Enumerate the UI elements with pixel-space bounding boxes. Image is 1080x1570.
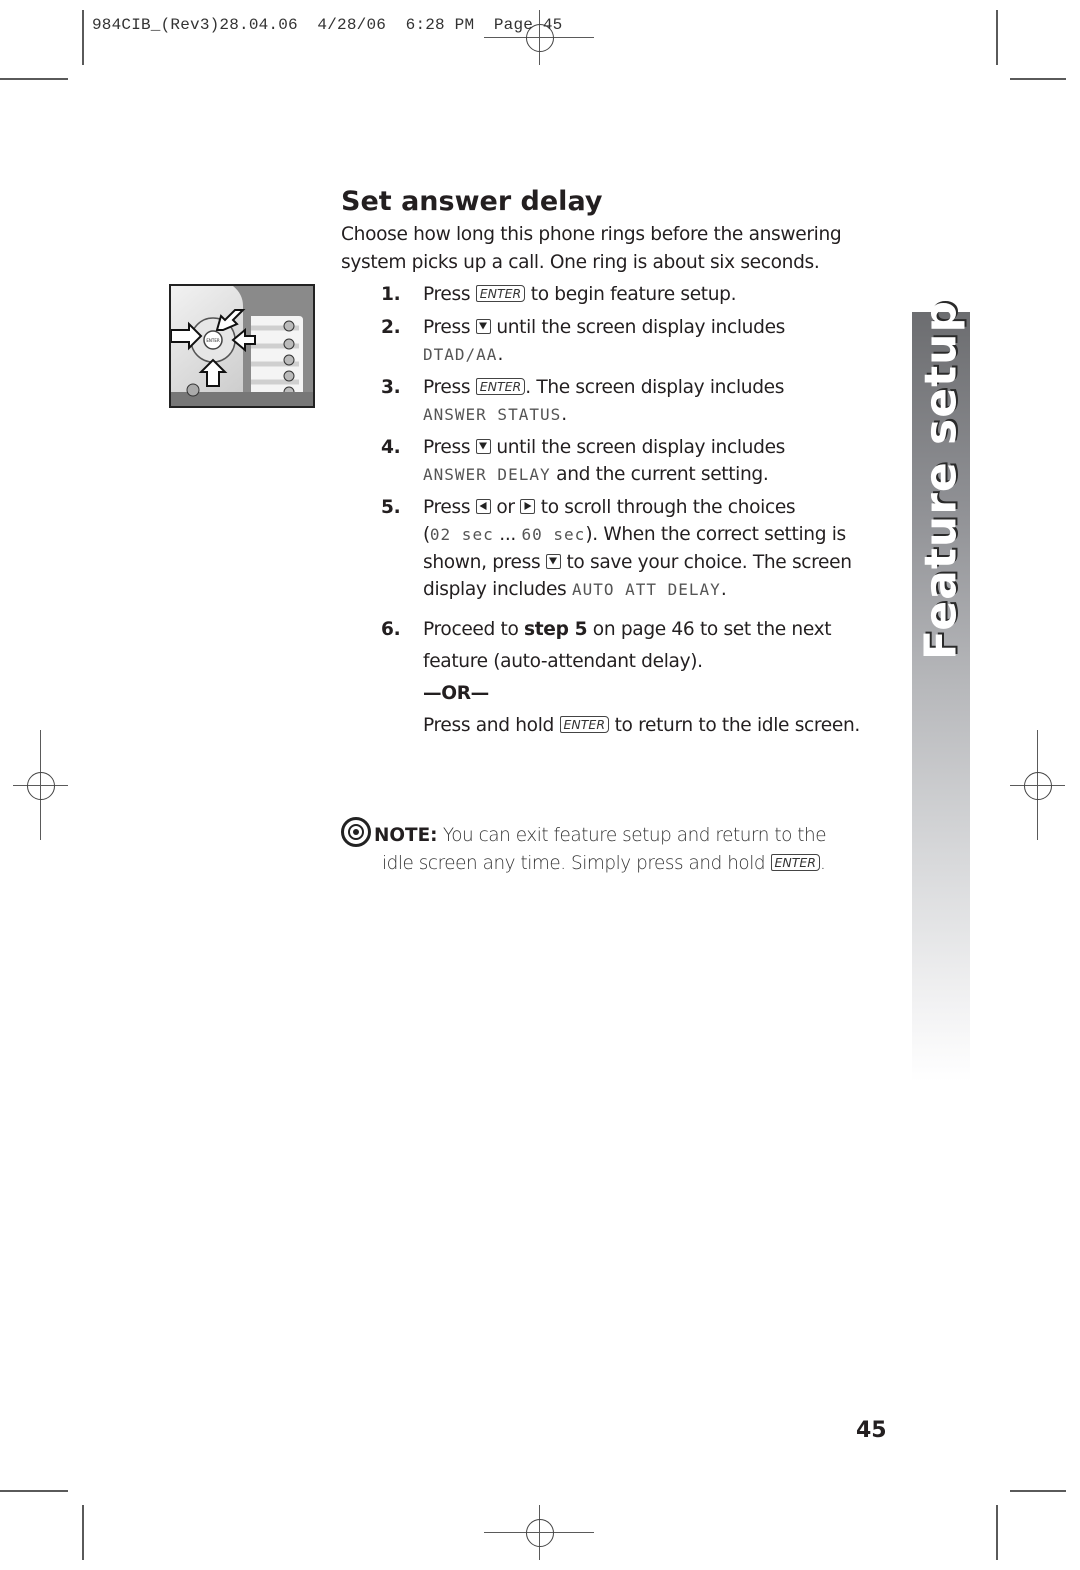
main-content: Set answer delay Choose how long this ph… bbox=[341, 183, 871, 747]
step-text: until the screen display includes bbox=[496, 436, 785, 458]
lcd-text: ANSWER STATUS bbox=[423, 405, 562, 424]
crop-mark bbox=[82, 10, 84, 65]
section-intro: Choose how long this phone rings before … bbox=[341, 224, 842, 273]
step-text: to scroll through the choices bbox=[540, 496, 796, 518]
step-text: . bbox=[720, 579, 727, 600]
step-item: 4. Press until the screen display includ… bbox=[341, 434, 871, 489]
crop-mark bbox=[996, 10, 998, 65]
step-text: Press bbox=[423, 496, 471, 518]
step-item: 3. Press ENTER. The screen display inclu… bbox=[341, 374, 871, 429]
step-text: . bbox=[561, 404, 567, 425]
enter-key-icon: ENTER bbox=[559, 715, 609, 733]
step-text: Press bbox=[423, 316, 471, 338]
note-text: idle screen any time. Simply press and h… bbox=[382, 853, 766, 874]
step-number: 5. bbox=[381, 496, 401, 518]
note-text: You can exit feature setup and return to… bbox=[442, 825, 827, 846]
step-text: Press bbox=[423, 284, 471, 305]
lcd-text: 02 sec bbox=[429, 525, 494, 544]
lcd-text: ANSWER DELAY bbox=[423, 465, 551, 484]
enter-key-icon: ENTER bbox=[475, 285, 526, 302]
enter-key-label: ENTER bbox=[206, 338, 219, 343]
step-text: ... bbox=[499, 524, 516, 545]
crop-mark bbox=[1010, 1490, 1066, 1492]
step-item: 2. Press until the screen display includ… bbox=[341, 314, 871, 369]
lcd-text: AUTO ATT DELAY bbox=[571, 580, 721, 599]
down-arrow-key-icon bbox=[475, 318, 491, 334]
left-arrow-key-icon bbox=[475, 498, 491, 514]
step-text: or bbox=[496, 496, 515, 518]
step-text: Press and hold bbox=[423, 714, 554, 736]
step-link-text: step 5 bbox=[524, 618, 588, 640]
step-text: . bbox=[497, 344, 503, 365]
note-text: . bbox=[819, 853, 826, 874]
step-item: 5. Press or to scroll through the choice… bbox=[341, 494, 871, 604]
lcd-text: 60 sec bbox=[521, 525, 586, 544]
side-tab-label: Feature setup bbox=[915, 300, 967, 660]
note-block: NOTE: You can exit feature setup and ret… bbox=[341, 817, 881, 878]
crop-mark bbox=[0, 1490, 68, 1492]
target-note-icon bbox=[341, 817, 371, 847]
step-item: 1. Press ENTER to begin feature setup. bbox=[341, 281, 871, 309]
step-text: and the current setting. bbox=[556, 464, 769, 485]
enter-key-icon: ENTER bbox=[770, 854, 820, 871]
step-number: 2. bbox=[381, 316, 401, 338]
step-text: ( bbox=[423, 524, 430, 545]
lcd-text: DTAD/AA bbox=[423, 345, 498, 364]
or-divider: —OR— bbox=[423, 682, 489, 704]
step-item: 6. Proceed to step 5 on page 46 to set t… bbox=[341, 614, 871, 742]
step-number: 4. bbox=[381, 436, 401, 458]
crop-mark bbox=[996, 1505, 998, 1560]
step-number: 3. bbox=[381, 376, 401, 398]
step-text: Proceed to bbox=[423, 618, 519, 640]
note-label: NOTE: bbox=[374, 825, 438, 846]
section-title: Set answer delay bbox=[341, 186, 603, 217]
step-number: 1. bbox=[381, 284, 401, 305]
enter-key-icon: ENTER bbox=[475, 377, 526, 395]
right-arrow-key-icon bbox=[520, 498, 536, 514]
step-text: . The screen display includes bbox=[525, 376, 785, 398]
step-text: until the screen display includes bbox=[496, 316, 785, 338]
section-side-tab: Feature setup bbox=[912, 300, 970, 1082]
phone-keypad-graphic: ENTER bbox=[171, 286, 313, 406]
print-slug: 984CIB_(Rev3)28.04.06 4/28/06 6:28 PM Pa… bbox=[92, 16, 563, 34]
step-number: 6. bbox=[381, 618, 401, 640]
crop-mark bbox=[1010, 78, 1066, 80]
page-number: 45 bbox=[856, 1418, 887, 1443]
phone-keypad-illustration: ENTER bbox=[169, 284, 315, 408]
step-text: to begin feature setup. bbox=[530, 284, 737, 305]
crop-mark bbox=[0, 78, 68, 80]
step-text: to return to the idle screen. bbox=[614, 714, 861, 736]
crop-mark bbox=[82, 1505, 84, 1560]
steps-list: 1. Press ENTER to begin feature setup. 2… bbox=[341, 281, 871, 742]
step-text: Press bbox=[423, 436, 471, 458]
down-arrow-key-icon bbox=[545, 553, 561, 569]
down-arrow-key-icon bbox=[475, 438, 491, 454]
step-text: Press bbox=[423, 376, 471, 398]
